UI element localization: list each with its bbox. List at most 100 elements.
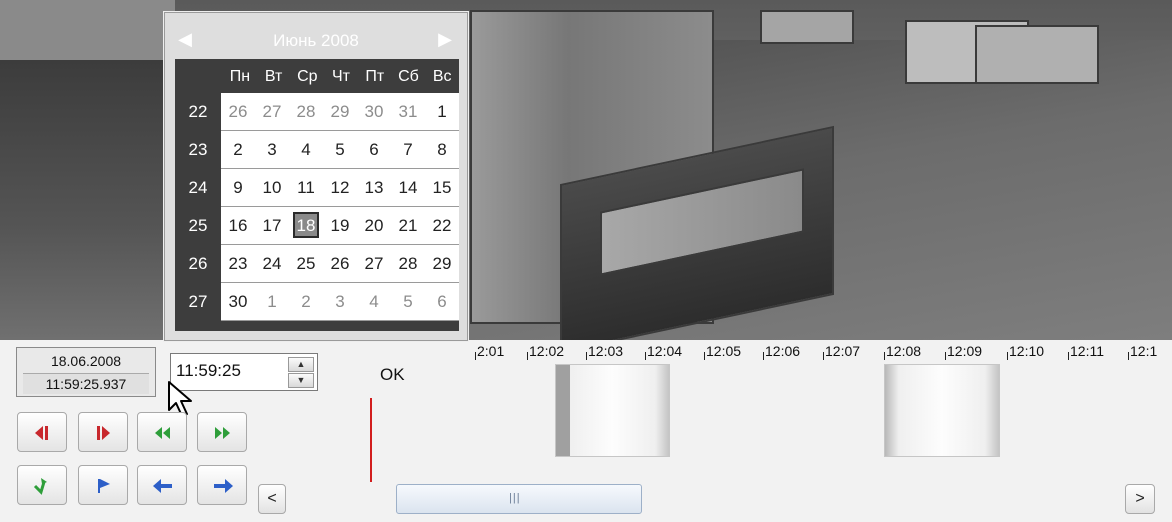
calendar-day-selected[interactable]: 18	[289, 207, 323, 244]
timeline-tick-label: 12:05	[703, 340, 741, 362]
week-number: 24	[188, 178, 208, 197]
calendar-day[interactable]: 4	[357, 283, 391, 320]
calendar-day[interactable]: 1	[425, 93, 459, 130]
spin-up-button[interactable]: ▲	[288, 357, 314, 372]
calendar-week-row: 24 9 10 11 12 13 14 15	[175, 169, 459, 207]
calendar-day[interactable]: 6	[357, 131, 391, 168]
calendar-day[interactable]: 13	[357, 169, 391, 206]
rewind-icon	[155, 427, 170, 439]
calendar-day[interactable]: 31	[391, 93, 425, 130]
flag-icon	[98, 479, 110, 493]
calendar-day[interactable]: 23	[221, 245, 255, 282]
calendar-day[interactable]: 28	[289, 93, 323, 130]
forward-button[interactable]	[197, 465, 247, 505]
calendar-day[interactable]: 29	[425, 245, 459, 282]
timeline-tick-label: 12:02	[526, 340, 564, 362]
calendar-day[interactable]: 6	[425, 283, 459, 320]
calendar-day[interactable]: 30	[221, 283, 255, 320]
playback-position-marker[interactable]	[370, 398, 372, 482]
time-input[interactable]	[174, 360, 288, 382]
calendar-day[interactable]: 15	[425, 169, 459, 206]
confirm-button[interactable]	[17, 465, 67, 505]
calendar-month-title: Июнь 2008	[273, 31, 359, 50]
timeline-tick-label: 12:06	[762, 340, 800, 362]
scroll-right-button[interactable]: >	[1125, 484, 1155, 514]
timeline-tick-label: 12:11	[1068, 340, 1104, 362]
current-datetime-display[interactable]: 18.06.2008 11:59:25.937	[16, 347, 156, 397]
calendar-day[interactable]: 29	[323, 93, 357, 130]
calendar-day[interactable]: 11	[289, 169, 323, 206]
weekday-label: Сб	[398, 68, 419, 85]
fast-forward-icon	[215, 427, 230, 439]
week-number: 26	[188, 254, 208, 273]
calendar-week-row: 22 26 27 28 29 30 31 1	[175, 93, 459, 131]
calendar-day[interactable]: 22	[425, 207, 459, 244]
timeline-tick-label: 12:09	[944, 340, 982, 362]
calendar-day[interactable]: 26	[221, 93, 255, 130]
flag-button[interactable]	[78, 465, 128, 505]
calendar-week-row: 26 23 24 25 26 27 28 29	[175, 245, 459, 283]
selected-day-label: 18	[293, 212, 319, 238]
calendar-day[interactable]: 5	[323, 131, 357, 168]
calendar-day[interactable]: 12	[323, 169, 357, 206]
current-time: 11:59:25.937	[23, 373, 149, 394]
calendar-week-row: 27 30 1 2 3 4 5 6	[175, 283, 459, 321]
calendar-day[interactable]: 14	[391, 169, 425, 206]
step-back-button[interactable]	[17, 412, 67, 452]
calendar-day[interactable]: 10	[255, 169, 289, 206]
timeline-tick-label: 12:03	[585, 340, 623, 362]
calendar-day[interactable]: 4	[289, 131, 323, 168]
video-crate	[975, 25, 1099, 84]
rewind-button[interactable]	[137, 412, 187, 452]
scroll-left-button[interactable]: <	[258, 484, 286, 514]
ok-label: OK	[380, 365, 405, 384]
calendar-day[interactable]: 1	[255, 283, 289, 320]
timeline-ruler[interactable]: 2:01 12:02 12:03 12:04 12:05 12:06 12:07…	[475, 340, 1172, 362]
calendar-day[interactable]: 24	[255, 245, 289, 282]
step-back-start-icon	[35, 426, 48, 440]
next-month-icon[interactable]: ▶	[433, 27, 457, 51]
recording-segment[interactable]	[884, 364, 1000, 457]
calendar-day[interactable]: 16	[221, 207, 255, 244]
calendar-week-row: 25 16 17 18 19 20 21 22	[175, 207, 459, 245]
timeline-scrollbar-track[interactable]: |||	[288, 484, 1124, 514]
calendar-day[interactable]: 27	[255, 93, 289, 130]
timeline-tick-label: 12:07	[822, 340, 860, 362]
calendar-day[interactable]: 7	[391, 131, 425, 168]
calendar-day[interactable]: 26	[323, 245, 357, 282]
segment-edge	[556, 365, 570, 456]
arrow-left-icon	[153, 479, 172, 493]
back-button[interactable]	[137, 465, 187, 505]
step-forward-button[interactable]	[78, 412, 128, 452]
week-number: 25	[188, 216, 208, 235]
calendar-day[interactable]: 25	[289, 245, 323, 282]
scrollbar-grip-icon: |||	[509, 492, 521, 504]
timeline-tick-label: 12:08	[883, 340, 921, 362]
calendar-day[interactable]: 3	[255, 131, 289, 168]
calendar-day[interactable]: 30	[357, 93, 391, 130]
calendar-day[interactable]: 19	[323, 207, 357, 244]
calendar-day[interactable]: 5	[391, 283, 425, 320]
calendar-day[interactable]: 20	[357, 207, 391, 244]
video-left-shadow	[0, 60, 175, 340]
timeline-scrollbar-thumb[interactable]: |||	[396, 484, 642, 514]
recording-segment[interactable]	[555, 364, 670, 457]
calendar-day[interactable]: 28	[391, 245, 425, 282]
calendar-week-row: 23 2 3 4 5 6 7 8	[175, 131, 459, 169]
calendar-day[interactable]: 8	[425, 131, 459, 168]
calendar-day[interactable]: 21	[391, 207, 425, 244]
weekday-label: Пт	[365, 68, 385, 85]
calendar-day[interactable]: 2	[289, 283, 323, 320]
fast-forward-button[interactable]	[197, 412, 247, 452]
calendar-day[interactable]: 3	[323, 283, 357, 320]
calendar-day[interactable]: 17	[255, 207, 289, 244]
weekday-label: Чт	[332, 68, 351, 85]
calendar-day[interactable]: 9	[221, 169, 255, 206]
check-icon	[33, 478, 47, 495]
timeline-tick-label: 2:01	[475, 340, 504, 362]
calendar-day[interactable]: 2	[221, 131, 255, 168]
timeline-tick-label: 12:10	[1006, 340, 1044, 362]
spin-down-button[interactable]: ▼	[288, 373, 314, 388]
calendar-header: ◀ Июнь 2008 ▶	[165, 27, 467, 51]
calendar-day[interactable]: 27	[357, 245, 391, 282]
